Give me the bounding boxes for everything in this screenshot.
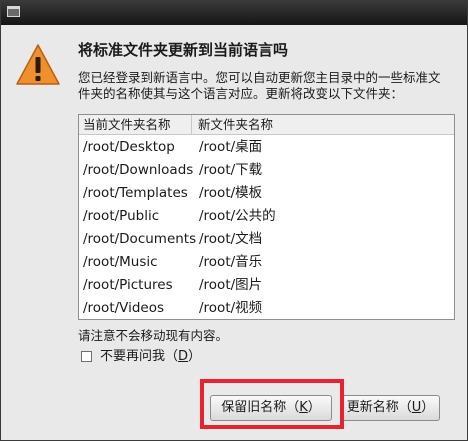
table-row[interactable]: /root/Public /root/公共的 bbox=[79, 205, 454, 228]
warning-icon bbox=[16, 44, 60, 85]
current-folder-name: /root/Public bbox=[83, 208, 160, 224]
checkbox-box[interactable] bbox=[81, 351, 92, 362]
table-row[interactable]: /root/Templates /root/模板 bbox=[79, 182, 454, 205]
table-row[interactable]: /root/Downloads /root/下载 bbox=[79, 159, 454, 182]
current-folder-name: /root/Desktop bbox=[83, 139, 175, 155]
table-row[interactable]: /root/Music /root/音乐 bbox=[79, 251, 454, 274]
message-line: 您已经登录到新语言中。您可以自动更新您主目录中的一些标准文 bbox=[78, 70, 441, 85]
dialog-window: 将标准文件夹更新到当前语言吗 您已经登录到新语言中。您可以自动更新您主目录中的一… bbox=[0, 0, 468, 441]
keep-old-names-button[interactable]: 保留旧名称（K） bbox=[210, 395, 332, 421]
message-line: 件夹的名称使其与这个语言对应。更新将改变以下文件夹： bbox=[78, 86, 404, 101]
title-bar[interactable] bbox=[1, 1, 467, 25]
new-folder-name: /root/公共的 bbox=[199, 208, 276, 224]
new-folder-name: /root/音乐 bbox=[199, 254, 263, 270]
current-folder-name: /root/Downloads bbox=[83, 162, 194, 178]
dialog-message: 您已经登录到新语言中。您可以自动更新您主目录中的一些标准文 件夹的名称使其与这个… bbox=[78, 70, 463, 102]
table-row[interactable]: /root/Desktop /root/桌面 bbox=[79, 136, 454, 159]
new-folder-name: /root/图片 bbox=[199, 277, 263, 293]
folder-table[interactable]: 当前文件夹名称 新文件夹名称 /root/Desktop /root/桌面 /r… bbox=[78, 114, 455, 320]
new-folder-name: /root/模板 bbox=[199, 185, 263, 201]
current-folder-name: /root/Music bbox=[83, 254, 158, 270]
table-row[interactable]: /root/Pictures /root/图片 bbox=[79, 274, 454, 297]
current-folder-name: /root/Templates bbox=[83, 185, 188, 201]
new-folder-name: /root/文档 bbox=[199, 231, 263, 247]
column-header-new[interactable]: 新文件夹名称 bbox=[198, 115, 398, 134]
update-names-button[interactable]: 更新名称（U） bbox=[341, 395, 440, 421]
table-row[interactable]: /root/Videos /root/视频 bbox=[79, 297, 454, 319]
new-folder-name: /root/桌面 bbox=[199, 139, 263, 155]
current-folder-name: /root/Pictures bbox=[83, 277, 173, 293]
checkbox-label[interactable]: 不要再问我（D） bbox=[100, 348, 201, 366]
new-folder-name: /root/视频 bbox=[199, 300, 263, 316]
note-text: 请注意不会移动现有内容。 bbox=[78, 328, 229, 343]
table-header: 当前文件夹名称 新文件夹名称 bbox=[79, 115, 454, 135]
table-row[interactable]: /root/Documents /root/文档 bbox=[79, 228, 454, 251]
column-header-current[interactable]: 当前文件夹名称 bbox=[83, 115, 192, 134]
current-folder-name: /root/Documents bbox=[83, 231, 197, 247]
window-icon bbox=[7, 6, 20, 17]
current-folder-name: /root/Videos bbox=[83, 300, 165, 316]
new-folder-name: /root/下载 bbox=[199, 162, 263, 178]
dialog-heading: 将标准文件夹更新到当前语言吗 bbox=[78, 41, 289, 59]
